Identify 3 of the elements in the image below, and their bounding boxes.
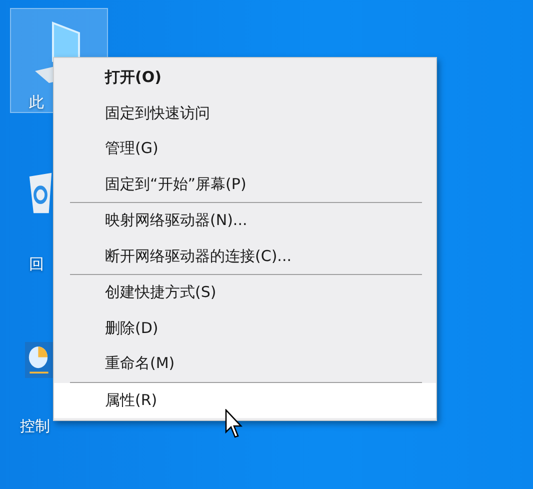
icon-label: 回 <box>29 255 44 273</box>
icon-label: 此 <box>29 93 44 111</box>
icon-label: 控制 <box>20 417 50 435</box>
